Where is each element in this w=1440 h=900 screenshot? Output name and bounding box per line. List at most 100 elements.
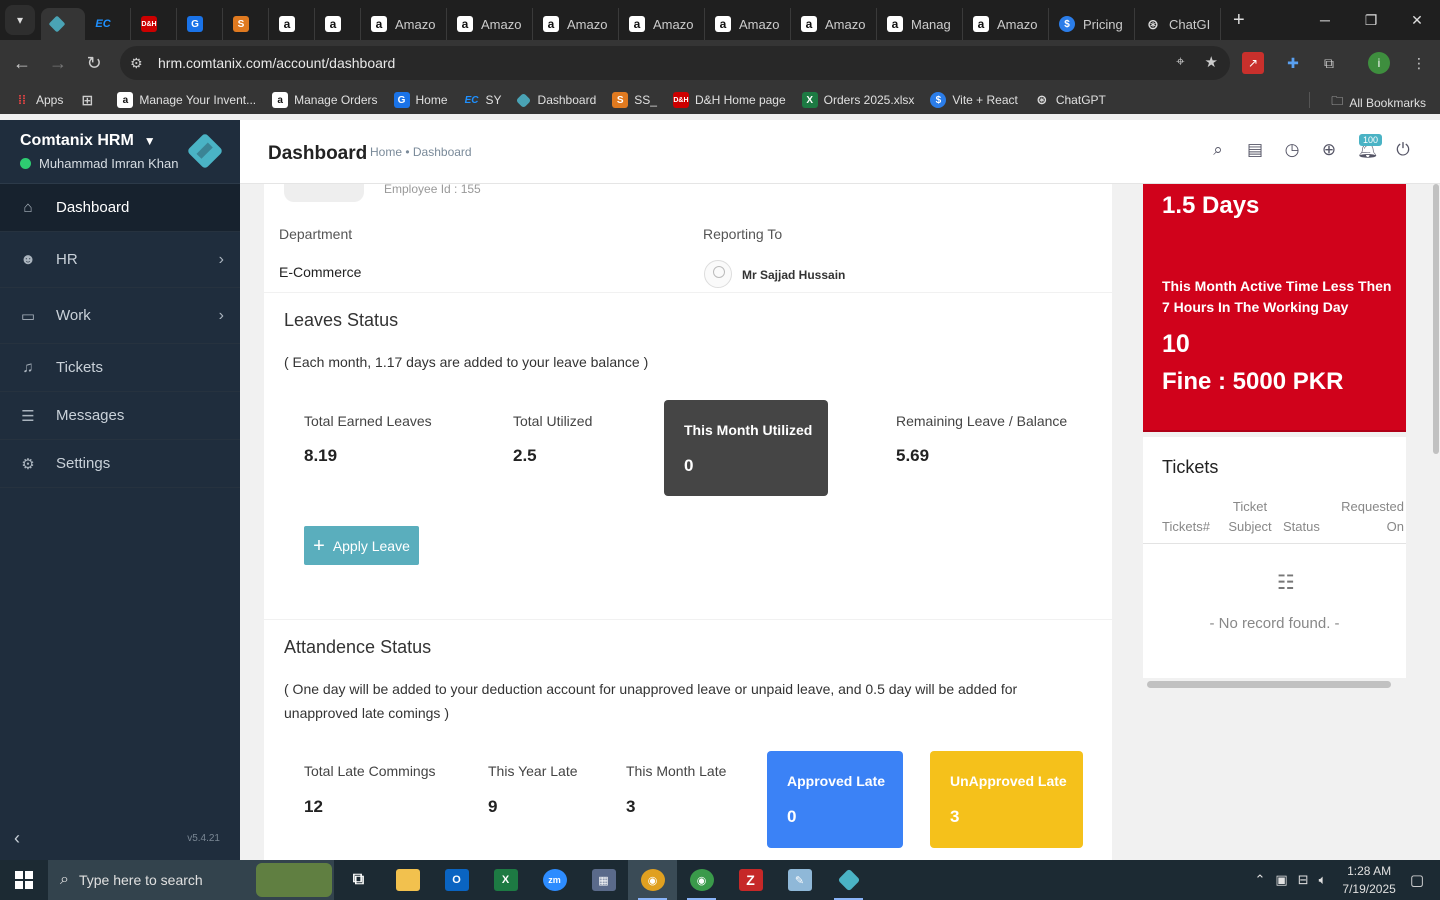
- new-tab-button[interactable]: +: [1233, 9, 1245, 32]
- tab-amazon[interactable]: a Amazo: [963, 8, 1049, 40]
- network-alert-icon[interactable]: ▣: [1275, 872, 1287, 888]
- taskbar-hrm-app[interactable]: [824, 860, 873, 900]
- address-bar[interactable]: ⚙ hrm.comtanix.com/account/dashboard ⌖ ★: [120, 46, 1230, 80]
- amazon-icon: a: [887, 16, 903, 32]
- close-window-button[interactable]: ✕: [1394, 0, 1440, 40]
- restore-button[interactable]: ❐: [1348, 0, 1394, 40]
- location-icon[interactable]: ⌖: [1176, 53, 1184, 71]
- tab-amazon[interactable]: a Amazo: [533, 8, 619, 40]
- back-button[interactable]: ←: [4, 45, 40, 81]
- breadcrumb[interactable]: Home • Dashboard: [370, 145, 472, 159]
- tab-hrm-dashboard[interactable]: [41, 8, 85, 40]
- taskbar-clock[interactable]: 1:28 AM 7/19/2025: [1342, 862, 1395, 898]
- volume-icon[interactable]: 🔈︎: [1319, 872, 1327, 888]
- scrollbar-thumb[interactable]: [1433, 184, 1439, 454]
- tab-amazon[interactable]: a Amazo: [361, 8, 447, 40]
- sidebar-item-tickets[interactable]: ♫ Tickets: [0, 344, 240, 392]
- profile-avatar[interactable]: i: [1368, 52, 1390, 74]
- search-icon[interactable]: ⌕: [1209, 140, 1227, 160]
- sidebar-item-hr[interactable]: ☻ HR ›: [0, 232, 240, 288]
- taskbar-notes[interactable]: ✎: [775, 860, 824, 900]
- url-text[interactable]: hrm.comtanix.com/account/dashboard: [158, 55, 395, 71]
- taskbar-zoom[interactable]: zm: [530, 860, 579, 900]
- bookmark-apps[interactable]: ⁞⁞ Apps: [14, 92, 63, 108]
- bookmark-grid[interactable]: ⊞: [79, 92, 101, 108]
- tickets-horizontal-scrollbar[interactable]: [1143, 678, 1406, 690]
- bookmark-manage-orders[interactable]: a Manage Orders: [272, 92, 378, 108]
- tab-amazon[interactable]: a Amazo: [791, 8, 877, 40]
- bookmark-dashboard[interactable]: Dashboard: [515, 92, 596, 108]
- chevron-up-icon[interactable]: ⌃: [1255, 872, 1266, 888]
- tab-amazon[interactable]: a Amazo: [705, 8, 791, 40]
- tab-chatgpt[interactable]: ⊛ ChatGI: [1135, 8, 1221, 40]
- clock-icon[interactable]: ◷: [1283, 140, 1301, 160]
- apply-leave-button[interactable]: + Apply Leave: [304, 526, 419, 565]
- extension-red-icon[interactable]: ↗: [1242, 52, 1264, 74]
- column-header-tickets[interactable]: Tickets#: [1162, 517, 1210, 537]
- amazon-icon: a: [715, 16, 731, 32]
- extension-blue-icon[interactable]: ✚: [1278, 48, 1308, 78]
- bookmark-manage-inventory[interactable]: a Manage Your Invent...: [117, 92, 256, 108]
- profile-card: Employee Id : 155 Department E-Commerce …: [264, 184, 1112, 292]
- reporting-avatar: [704, 260, 732, 288]
- amazon-icon: a: [272, 92, 289, 108]
- bookmark-sy[interactable]: EC SY: [464, 92, 502, 108]
- add-circle-icon[interactable]: ⊕: [1320, 140, 1338, 160]
- minimize-button[interactable]: ─: [1302, 0, 1348, 40]
- amazon-icon: a: [629, 16, 645, 32]
- taskbar-search[interactable]: ⌕ Type here to search: [48, 860, 334, 900]
- tab-manage[interactable]: a Manag: [877, 8, 963, 40]
- taskbar-excel[interactable]: X: [481, 860, 530, 900]
- power-icon[interactable]: ⏻: [1394, 140, 1412, 160]
- column-header-requested-on[interactable]: Requested On: [1328, 497, 1404, 537]
- collapse-sidebar-icon[interactable]: ‹: [14, 828, 20, 849]
- start-button[interactable]: [0, 860, 48, 900]
- taskbar-chrome[interactable]: ◉: [628, 860, 677, 900]
- sidebar-item-work[interactable]: ▭ Work ›: [0, 288, 240, 344]
- taskbar-filezilla[interactable]: Z: [726, 860, 775, 900]
- tab-ec[interactable]: EC: [85, 8, 131, 40]
- bookmark-orders-xlsx[interactable]: X Orders 2025.xlsx: [801, 92, 914, 108]
- tab-search-button[interactable]: ▾: [5, 5, 35, 35]
- sidebar-item-dashboard[interactable]: ⌂ Dashboard: [0, 184, 240, 232]
- reload-button[interactable]: ↻: [76, 45, 112, 81]
- sidebar-item-settings[interactable]: ⚙ Settings: [0, 440, 240, 488]
- taskbar-chrome-profile[interactable]: ◉: [677, 860, 726, 900]
- forward-button[interactable]: →: [40, 45, 76, 81]
- taskbar-calculator[interactable]: ▦: [579, 860, 628, 900]
- taskbar-outlook[interactable]: O: [432, 860, 481, 900]
- extensions-puzzle-icon[interactable]: ⧉: [1314, 48, 1344, 78]
- system-tray: ⌃ ▣ ⊟ 🔈︎ 1:28 AM 7/19/2025 ▢: [1255, 860, 1440, 900]
- tab-amazon[interactable]: a Amazo: [447, 8, 533, 40]
- column-header-status[interactable]: Status: [1283, 517, 1320, 537]
- bookmark-vite-react[interactable]: $ Vite + React: [930, 92, 1018, 108]
- bookmark-dh-home[interactable]: D&H D&H Home page: [672, 92, 786, 108]
- notification-center-icon[interactable]: ▢: [1410, 871, 1424, 889]
- tab-google[interactable]: G: [177, 8, 223, 40]
- month-late-value: 3: [626, 797, 636, 816]
- all-bookmarks-button[interactable]: 🗀 All Bookmarks: [1331, 92, 1426, 113]
- page-vertical-scrollbar[interactable]: [1432, 184, 1440, 860]
- tab-amazon[interactable]: a: [315, 8, 361, 40]
- bookmark-star-icon[interactable]: ★: [1205, 53, 1218, 71]
- bell-icon[interactable]: 🔔︎ 100: [1357, 134, 1383, 160]
- tab-amazon[interactable]: a Amazo: [619, 8, 705, 40]
- site-info-icon[interactable]: ⚙: [130, 55, 150, 72]
- tab-amazon[interactable]: a: [269, 8, 315, 40]
- tab-ss[interactable]: S: [223, 8, 269, 40]
- bookmark-ss[interactable]: S SS_: [612, 92, 657, 108]
- browser-menu-icon[interactable]: ⋮: [1404, 48, 1434, 78]
- sidebar-item-messages[interactable]: ☰ Messages: [0, 392, 240, 440]
- task-view-button[interactable]: ⧉: [334, 860, 383, 900]
- column-header-subject[interactable]: Ticket Subject: [1225, 497, 1275, 537]
- scrollbar-thumb[interactable]: [1147, 681, 1391, 688]
- tab-dh[interactable]: D&H: [131, 8, 177, 40]
- bookmark-home[interactable]: G Home: [393, 92, 448, 108]
- network-icon[interactable]: ⊟: [1298, 872, 1309, 888]
- bookmark-chatgpt[interactable]: ⊛ ChatGPT: [1034, 92, 1105, 108]
- notes-icon[interactable]: ▤: [1246, 140, 1264, 160]
- tab-pricing[interactable]: $ Pricing: [1049, 8, 1135, 40]
- chrome-icon: ◉: [640, 869, 665, 891]
- list-icon: ☷: [1277, 572, 1295, 594]
- taskbar-file-explorer[interactable]: [383, 860, 432, 900]
